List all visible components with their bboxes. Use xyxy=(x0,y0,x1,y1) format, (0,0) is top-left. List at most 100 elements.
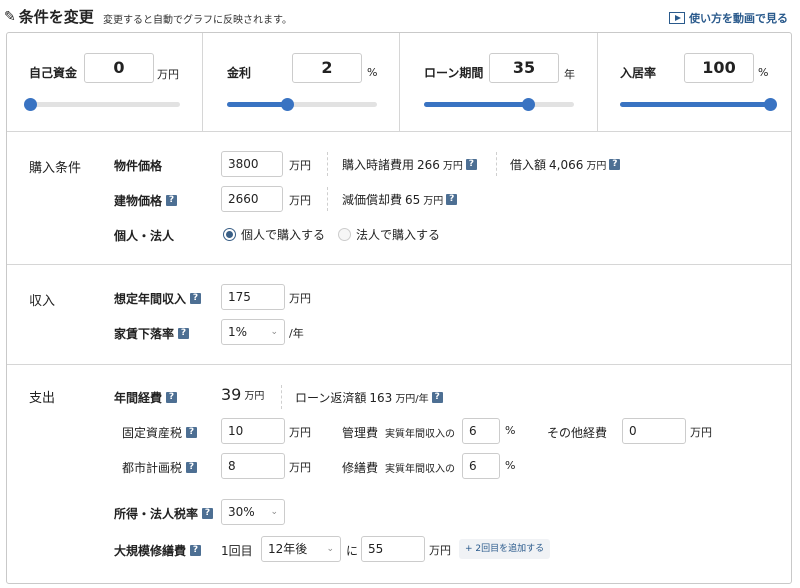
occupancy-label: 入居率 xyxy=(620,66,657,80)
annual-income-label-text: 想定年間収入 xyxy=(114,292,187,306)
other-cost-input[interactable]: 0 xyxy=(622,418,686,444)
help-icon[interactable]: ? xyxy=(190,545,202,556)
management-fee-input[interactable]: 6 xyxy=(462,418,500,444)
city-tax-label: 都市計画税 ? xyxy=(122,459,198,476)
divider xyxy=(327,187,328,211)
loan-period-input[interactable]: 35 xyxy=(489,53,559,83)
help-icon[interactable]: ? xyxy=(186,427,198,438)
purchase-section: 購入条件 物件価格 3800 万円 購入時諸費用 266 万円 ? 借入額 4,0… xyxy=(7,132,791,265)
rent-decline-value: 1% xyxy=(228,325,248,339)
city-tax-label-text: 都市計画税 xyxy=(122,461,183,475)
building-price-input[interactable]: 2660 xyxy=(221,186,283,212)
city-tax-input[interactable]: 8 xyxy=(221,453,285,479)
occupancy-fill xyxy=(620,102,770,107)
annual-cost: 39 万円 xyxy=(221,385,264,404)
own-funds-slider[interactable] xyxy=(24,98,180,111)
radio-checked-icon xyxy=(223,228,236,241)
occupancy-unit: % xyxy=(758,66,769,79)
help-icon[interactable]: ? xyxy=(166,195,178,206)
help-icon[interactable]: ? xyxy=(465,159,477,170)
help-icon[interactable]: ? xyxy=(202,508,214,519)
property-price-input[interactable]: 3800 xyxy=(221,151,283,177)
annual-income-input[interactable]: 175 xyxy=(221,284,285,310)
management-fee-unit: % xyxy=(505,424,516,437)
income-tax-select[interactable]: 30% ⌄ xyxy=(221,499,285,525)
own-funds-input[interactable]: 0 xyxy=(84,53,154,83)
repair-fee-input[interactable]: 6 xyxy=(462,453,500,479)
repair-fee: 修繕費 実質年間収入の xyxy=(342,459,455,476)
major-repair-cost-input[interactable]: 55 xyxy=(361,536,425,562)
rent-decline-label-text: 家賃下落率 xyxy=(114,327,175,341)
other-cost-label: その他経費 xyxy=(547,426,608,440)
property-tax-label-text: 固定資産税 xyxy=(122,426,183,440)
annual-income-label: 想定年間収入 ? xyxy=(114,290,202,307)
depreciation-unit: 万円 xyxy=(423,196,444,207)
header: ✎ 条件を変更 変更すると自動でグラフに反映されます。 使い方を動画で見る xyxy=(0,0,800,32)
own-funds-label: 自己資金 xyxy=(29,66,78,80)
interest-unit: % xyxy=(367,66,378,79)
loan-period-handle[interactable] xyxy=(521,98,535,111)
loan-period-slider[interactable] xyxy=(424,98,574,111)
interest-slider[interactable] xyxy=(227,98,377,111)
loan-amount: 借入額 4,066 万円 ? xyxy=(510,156,621,173)
divider xyxy=(327,152,328,176)
management-fee-label: 管理費 xyxy=(342,426,379,440)
divider xyxy=(496,152,497,176)
purchase-type-label-text: 個人・法人 xyxy=(114,229,175,243)
income-tax-label: 所得・法人税率 ? xyxy=(114,505,214,522)
help-icon[interactable]: ? xyxy=(190,293,202,304)
slider-loan-period: ローン期間 35 年 xyxy=(400,33,598,132)
help-icon[interactable]: ? xyxy=(186,462,198,473)
divider xyxy=(281,385,282,409)
page-title: ✎ 条件を変更 xyxy=(4,6,94,27)
interest-handle[interactable] xyxy=(281,98,294,111)
depreciation-value: 65 xyxy=(405,192,421,207)
rent-decline-select[interactable]: 1% ⌄ xyxy=(221,319,285,345)
interest-input[interactable]: 2 xyxy=(292,53,362,83)
loan-amount-value: 4,066 xyxy=(549,157,584,172)
annual-cost-unit: 万円 xyxy=(244,391,265,402)
building-price-unit: 万円 xyxy=(289,194,311,207)
loan-amount-unit: 万円 xyxy=(586,161,607,172)
occupancy-handle[interactable] xyxy=(764,98,777,111)
add-repair-button[interactable]: + 2回目を追加する xyxy=(459,539,551,559)
slider-row: 自己資金 0 万円 金利 2 % ローン期間 35 年 入居率 100 % xyxy=(7,33,791,132)
loan-amount-label: 借入額 xyxy=(510,158,547,172)
misc-cost-unit: 万円 xyxy=(442,161,463,172)
depreciation: 減価償却費 65 万円 ? xyxy=(342,191,458,208)
property-tax-input[interactable]: 10 xyxy=(221,418,285,444)
property-tax-unit: 万円 xyxy=(289,426,311,439)
major-repair-unit: 万円 xyxy=(429,544,451,557)
major-repair-year-value: 12年後 xyxy=(268,542,308,556)
building-price-label: 建物価格 ? xyxy=(114,192,178,209)
help-icon[interactable]: ? xyxy=(178,328,190,339)
help-icon[interactable]: ? xyxy=(431,392,443,403)
depreciation-label: 減価償却費 xyxy=(342,193,403,207)
income-tax-value: 30% xyxy=(228,505,255,519)
radio-corporate-label: 法人で購入する xyxy=(356,228,441,242)
major-repair-year-select[interactable]: 12年後 ⌄ xyxy=(261,536,341,562)
help-icon[interactable]: ? xyxy=(166,392,178,403)
loan-repayment-unit: 万円/年 xyxy=(395,394,429,405)
help-icon[interactable]: ? xyxy=(609,159,621,170)
city-tax-unit: 万円 xyxy=(289,461,311,474)
repair-fee-unit: % xyxy=(505,459,516,472)
pencil-icon: ✎ xyxy=(4,8,16,25)
video-link-text: 使い方を動画で見る xyxy=(689,12,788,25)
income-section: 収入 想定年間収入 ? 175 万円 家賃下落率 ? 1% ⌄ /年 xyxy=(7,265,791,365)
radio-individual-label: 個人で購入する xyxy=(241,228,326,242)
radio-individual[interactable]: 個人で購入する xyxy=(223,226,325,243)
own-funds-handle[interactable] xyxy=(24,98,37,111)
occupancy-input[interactable]: 100 xyxy=(684,53,754,83)
help-icon[interactable]: ? xyxy=(446,194,458,205)
radio-corporate[interactable]: 法人で購入する xyxy=(338,226,440,243)
slider-own-funds: 自己資金 0 万円 xyxy=(7,33,203,132)
misc-cost-label: 購入時諸費用 xyxy=(342,158,415,172)
misc-cost-value: 266 xyxy=(417,157,440,172)
video-link[interactable]: 使い方を動画で見る xyxy=(669,10,788,26)
occupancy-slider[interactable] xyxy=(620,98,777,111)
conditions-panel: 自己資金 0 万円 金利 2 % ローン期間 35 年 入居率 100 % 購入… xyxy=(6,32,792,584)
major-repair-ni: に xyxy=(346,544,359,558)
slider-occupancy: 入居率 100 % xyxy=(598,33,791,132)
loan-repayment: ローン返済額 163 万円/年 ? xyxy=(295,389,443,406)
